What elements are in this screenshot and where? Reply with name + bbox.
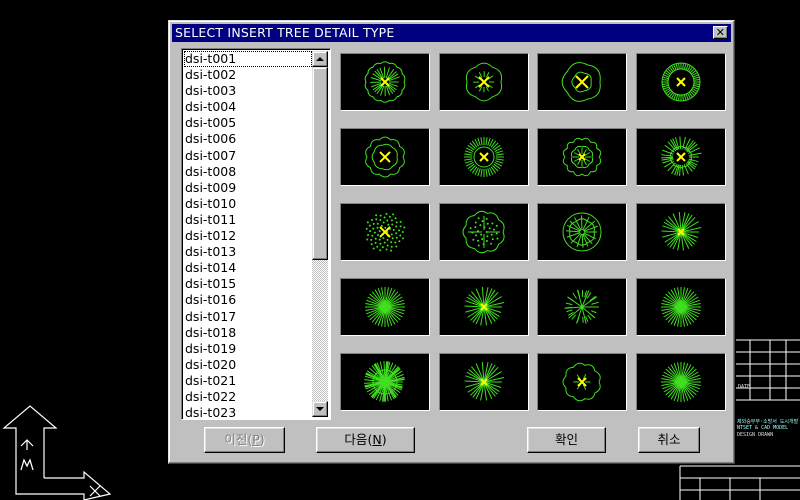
arrow-up-icon: [316, 57, 324, 61]
tree-symbol-icon: [661, 62, 701, 102]
tree-preview-tile[interactable]: [537, 128, 627, 186]
list-item[interactable]: dsi-t010: [184, 196, 312, 212]
tree-preview-tile[interactable]: [439, 203, 529, 261]
tree-preview-tile[interactable]: [439, 53, 529, 111]
scroll-thumb[interactable]: [312, 67, 328, 260]
tree-symbol-icon: [464, 361, 505, 401]
tree-preview-tile[interactable]: [340, 353, 430, 411]
list-item[interactable]: dsi-t007: [184, 148, 312, 164]
tree-symbol-icon: [464, 137, 504, 177]
tree-preview-tile[interactable]: [636, 128, 726, 186]
cancel-button-label: 취소: [657, 432, 681, 447]
list-item[interactable]: dsi-t021: [184, 373, 312, 389]
tree-preview-tile[interactable]: [537, 203, 627, 261]
list-item[interactable]: dsi-t023: [184, 405, 312, 417]
list-item[interactable]: dsi-t011: [184, 212, 312, 228]
tree-type-list: dsi-t001 dsi-t002 dsi-t003 dsi-t004 dsi-t005…: [184, 51, 312, 417]
tree-symbol-icon: [365, 136, 405, 178]
list-item[interactable]: dsi-t003: [184, 83, 312, 99]
tree-preview-tile[interactable]: [636, 53, 726, 111]
prev-button-label: 이전: [224, 432, 248, 447]
tree-preview-tile[interactable]: [439, 353, 529, 411]
titleblock-date-label: DATE: [738, 384, 751, 390]
dialog-titlebar[interactable]: SELECT INSERT TREE DETAIL TYPE ✕: [172, 24, 731, 42]
ok-button-label: 확인: [554, 432, 578, 447]
tree-preview-tile[interactable]: [439, 278, 529, 336]
list-item[interactable]: dsi-t013: [184, 244, 312, 260]
prev-button[interactable]: 이전(P): [204, 427, 285, 453]
list-item[interactable]: dsi-t015: [184, 276, 312, 292]
close-button[interactable]: ✕: [713, 26, 728, 39]
tree-symbol-icon: [365, 212, 406, 252]
tree-preview-tile[interactable]: [537, 353, 627, 411]
list-item[interactable]: dsi-t018: [184, 325, 312, 341]
tree-symbol-icon: [561, 62, 601, 102]
tree-symbol-icon: [661, 362, 701, 402]
tree-symbol-icon: [464, 286, 505, 326]
titleblock-model-label: NTSET & CAD MODEL: [737, 425, 789, 431]
dialog-title: SELECT INSERT TREE DETAIL TYPE: [175, 25, 395, 40]
tree-preview-tile[interactable]: [439, 128, 529, 186]
list-item[interactable]: dsi-t009: [184, 180, 312, 196]
list-item[interactable]: dsi-t004: [184, 99, 312, 115]
tree-symbol-icon: [462, 210, 505, 254]
tree-preview-tile[interactable]: [537, 278, 627, 336]
tree-symbol-icon: [661, 287, 701, 327]
tree-symbol-icon: [365, 287, 405, 327]
list-item[interactable]: dsi-t005: [184, 115, 312, 131]
list-item[interactable]: dsi-t002: [184, 67, 312, 83]
titleblock-project-label: 제외승무부·소방서 도시개발: [737, 419, 799, 425]
tree-preview-tile[interactable]: [537, 53, 627, 111]
cancel-button[interactable]: 취소: [638, 427, 700, 453]
list-item[interactable]: dsi-t017: [184, 309, 312, 325]
ok-button[interactable]: 확인: [527, 427, 606, 453]
prev-hotkey: P: [252, 432, 260, 447]
tree-symbol-icon: [364, 361, 405, 402]
tree-preview-tile[interactable]: [636, 278, 726, 336]
list-item[interactable]: dsi-t006: [184, 131, 312, 147]
list-item[interactable]: dsi-t001: [184, 51, 312, 68]
list-scrollbar[interactable]: [312, 51, 328, 417]
list-item[interactable]: dsi-t020: [184, 357, 312, 373]
tree-symbol-icon: [364, 61, 406, 103]
titleblock-design-label: DESIGN DRAWN: [737, 432, 774, 438]
tree-symbol-icon: [661, 211, 702, 251]
next-hotkey: N: [372, 432, 382, 447]
tree-symbol-icon: [564, 289, 599, 324]
tree-symbol-icon: [562, 137, 602, 177]
ucs-icon: [2, 405, 112, 500]
scroll-up-button[interactable]: [312, 51, 328, 67]
tree-symbol-icon: [562, 212, 602, 252]
tree-symbol-icon: [465, 62, 503, 102]
list-item[interactable]: dsi-t016: [184, 292, 312, 308]
tree-preview-tile[interactable]: [340, 128, 430, 186]
list-item[interactable]: dsi-t008: [184, 164, 312, 180]
next-button[interactable]: 다음(N): [316, 427, 415, 453]
tree-symbol-icon: [562, 362, 601, 402]
tree-preview-tile[interactable]: [636, 203, 726, 261]
tree-preview-tile[interactable]: [340, 53, 430, 111]
close-icon: ✕: [715, 26, 726, 39]
arrow-down-icon: [316, 407, 324, 411]
list-item[interactable]: dsi-t014: [184, 260, 312, 276]
next-button-label: 다음: [344, 432, 368, 447]
list-item[interactable]: dsi-t012: [184, 228, 312, 244]
list-item[interactable]: dsi-t022: [184, 389, 312, 405]
tree-preview-tile[interactable]: [340, 203, 430, 261]
select-tree-dialog: SELECT INSERT TREE DETAIL TYPE ✕ dsi-t00…: [168, 20, 735, 464]
tree-type-listbox[interactable]: dsi-t001 dsi-t002 dsi-t003 dsi-t004 dsi-t005…: [181, 48, 331, 420]
tree-preview-tile[interactable]: [636, 353, 726, 411]
list-item[interactable]: dsi-t019: [184, 341, 312, 357]
tree-preview-tile[interactable]: [340, 278, 430, 336]
scroll-down-button[interactable]: [312, 401, 328, 417]
tree-symbol-icon: [661, 136, 702, 176]
